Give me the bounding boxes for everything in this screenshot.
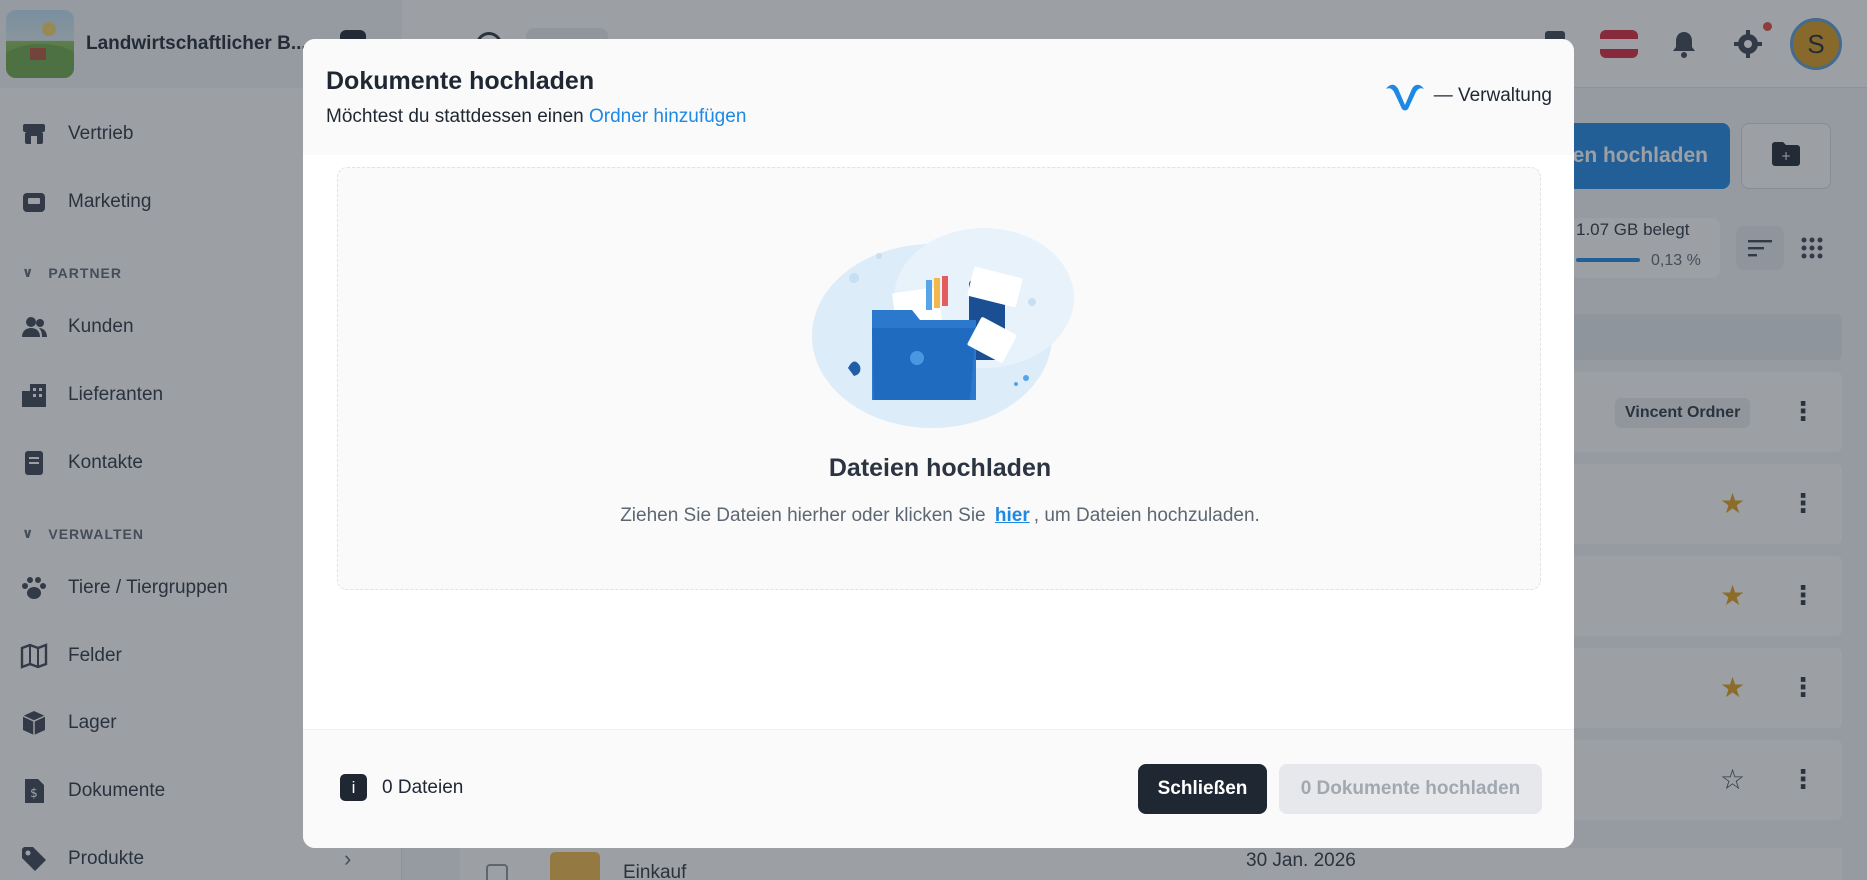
dropzone-title: Dateien hochladen	[828, 454, 1052, 482]
dropzone-text: Ziehen Sie Dateien hierher oder klicken …	[338, 505, 1542, 527]
brand-label: — Verwaltung	[1433, 85, 1552, 106]
file-dropzone[interactable]: Dateien hochladen Ziehen Sie Dateien hie…	[337, 167, 1541, 590]
browse-files-link[interactable]: hier	[995, 505, 1030, 526]
close-button[interactable]: Schließen	[1138, 764, 1267, 814]
dialog-header: Dokumente hochladen Möchtest du stattdes…	[303, 39, 1574, 155]
dialog-subtitle: Möchtest du stattdessen einen Ordner hin…	[326, 106, 746, 128]
subtitle-text: Möchtest du stattdessen einen	[326, 106, 584, 127]
upload-documents-dialog: Dokumente hochladen Möchtest du stattdes…	[303, 39, 1574, 848]
brand-wave-icon	[1385, 84, 1424, 111]
upload-illustration	[812, 228, 1074, 428]
upload-submit-button[interactable]: 0 Dokumente hochladen	[1279, 764, 1542, 814]
file-count: 0 Dateien	[382, 777, 464, 798]
dialog-title: Dokumente hochladen	[326, 67, 595, 95]
add-folder-link[interactable]: Ordner hinzufügen	[589, 106, 746, 127]
dropzone-text-after: , um Dateien hochzuladen.	[1033, 505, 1260, 526]
dropzone-text-before: Ziehen Sie Dateien hierher oder klicken …	[620, 505, 986, 526]
info-icon: i	[340, 774, 367, 801]
dialog-brand: — Verwaltung	[1384, 81, 1552, 111]
